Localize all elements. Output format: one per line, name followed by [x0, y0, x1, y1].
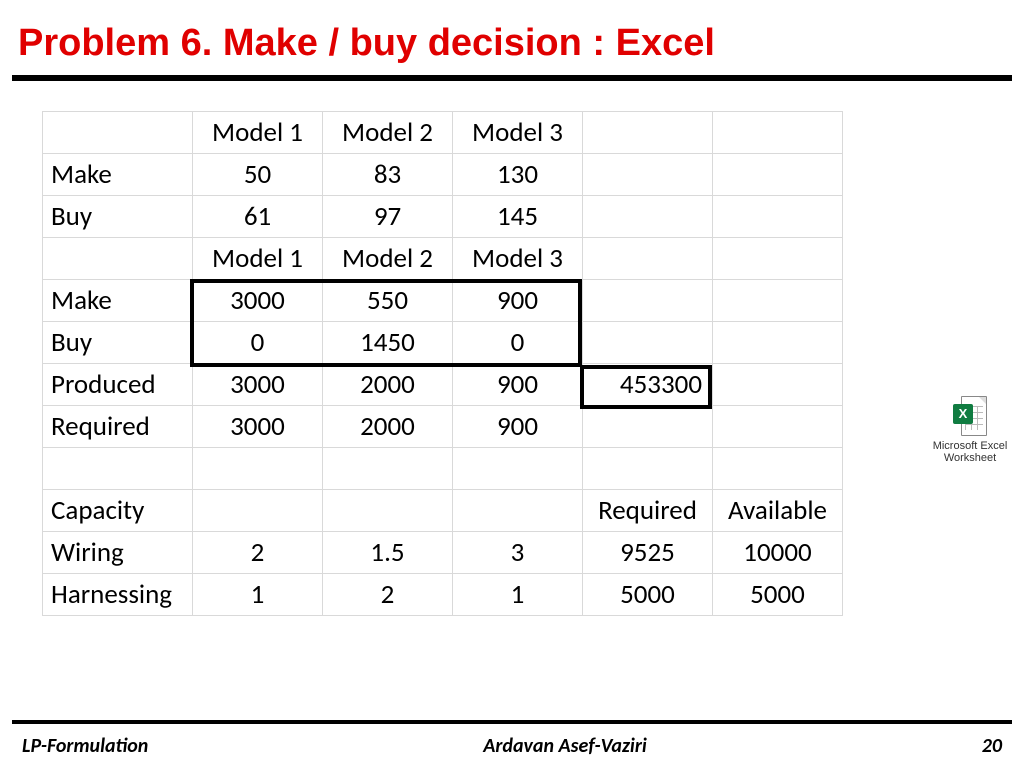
- cell: 2: [193, 532, 323, 574]
- cell: 50: [193, 154, 323, 196]
- cell: 2: [323, 574, 453, 616]
- table-row: Capacity Required Available: [43, 490, 843, 532]
- cell: 1: [193, 574, 323, 616]
- table-row: Model 1 Model 2 Model 3: [43, 238, 843, 280]
- excel-object-label: Microsoft Excel Worksheet: [930, 440, 1010, 464]
- divider-bottom: [12, 720, 1012, 724]
- col-header: Available: [713, 490, 843, 532]
- col-header: Model 2: [323, 238, 453, 280]
- table-row: Make 3000 550 900: [43, 280, 843, 322]
- row-label: Harnessing: [43, 574, 193, 616]
- cell: 5000: [713, 574, 843, 616]
- col-header: Model 3: [453, 112, 583, 154]
- cell: 83: [323, 154, 453, 196]
- cell: 97: [323, 196, 453, 238]
- cell: 1.5: [323, 532, 453, 574]
- row-label: Buy: [43, 196, 193, 238]
- footer-left: LP-Formulation: [22, 734, 148, 758]
- table-row: [43, 448, 843, 490]
- row-label: Wiring: [43, 532, 193, 574]
- objective-total: 453300: [583, 364, 713, 406]
- table-row: Produced 3000 2000 900 453300: [43, 364, 843, 406]
- excel-icon: X: [953, 396, 987, 438]
- spreadsheet-table: Model 1 Model 2 Model 3 Make 50 83 130 B…: [42, 111, 942, 616]
- cell: 130: [453, 154, 583, 196]
- row-label: Buy: [43, 322, 193, 364]
- cell: 1450: [323, 322, 453, 364]
- cell: 900: [453, 406, 583, 448]
- cell: 9525: [583, 532, 713, 574]
- row-label: Make: [43, 154, 193, 196]
- excel-object[interactable]: X Microsoft Excel Worksheet: [930, 396, 1010, 464]
- table-row: Harnessing 1 2 1 5000 5000: [43, 574, 843, 616]
- cell: 900: [453, 364, 583, 406]
- row-label: Capacity: [43, 490, 193, 532]
- cell: 3000: [193, 280, 323, 322]
- cell: 3000: [193, 364, 323, 406]
- cell: 900: [453, 280, 583, 322]
- cell: 1: [453, 574, 583, 616]
- cell: 3000: [193, 406, 323, 448]
- col-header: Model 2: [323, 112, 453, 154]
- table-row: Buy 0 1450 0: [43, 322, 843, 364]
- col-header: Model 3: [453, 238, 583, 280]
- table-row: Make 50 83 130: [43, 154, 843, 196]
- table-row: Wiring 2 1.5 3 9525 10000: [43, 532, 843, 574]
- cell: 0: [453, 322, 583, 364]
- cell: 0: [193, 322, 323, 364]
- footer-page: 20: [982, 734, 1002, 758]
- divider-top: [12, 75, 1012, 81]
- cell: 2000: [323, 406, 453, 448]
- table-row: Buy 61 97 145: [43, 196, 843, 238]
- row-label: Produced: [43, 364, 193, 406]
- row-label: Make: [43, 280, 193, 322]
- footer-center: Ardavan Asef-Vaziri: [148, 734, 981, 758]
- row-label: Required: [43, 406, 193, 448]
- cell: 3: [453, 532, 583, 574]
- footer: LP-Formulation Ardavan Asef-Vaziri 20: [0, 734, 1024, 758]
- slide-title: Problem 6. Make / buy decision : Excel: [18, 22, 1006, 65]
- cell: 2000: [323, 364, 453, 406]
- cell: 145: [453, 196, 583, 238]
- col-header: Required: [583, 490, 713, 532]
- table-row: Model 1 Model 2 Model 3: [43, 112, 843, 154]
- cell: 550: [323, 280, 453, 322]
- cell: 5000: [583, 574, 713, 616]
- col-header: Model 1: [193, 238, 323, 280]
- cell: 10000: [713, 532, 843, 574]
- table-row: Required 3000 2000 900: [43, 406, 843, 448]
- cell: 61: [193, 196, 323, 238]
- col-header: Model 1: [193, 112, 323, 154]
